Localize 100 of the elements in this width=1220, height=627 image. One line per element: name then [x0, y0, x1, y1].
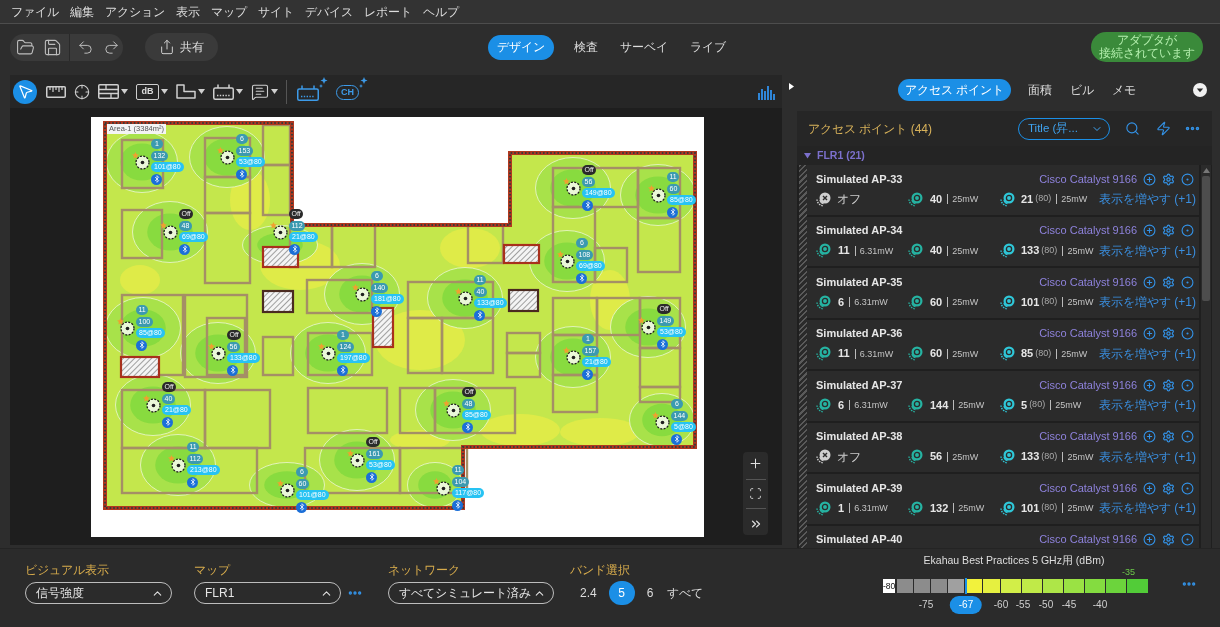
lightning-icon[interactable]: [1156, 121, 1171, 136]
access-point-icon[interactable]: [455, 288, 473, 306]
scroll-up-icon[interactable]: [1202, 168, 1210, 173]
share-button[interactable]: 共有: [145, 33, 218, 61]
access-point-icon[interactable]: [433, 478, 451, 496]
menu-item[interactable]: デバイス: [305, 5, 353, 18]
band-option[interactable]: 6: [644, 581, 656, 605]
menu-item[interactable]: 編集: [70, 5, 94, 18]
access-point-icon[interactable]: [347, 450, 365, 468]
access-point-icon[interactable]: [208, 343, 226, 361]
settings-icon[interactable]: [1162, 327, 1175, 340]
add-icon[interactable]: [1143, 481, 1156, 495]
menu-item[interactable]: マップ: [211, 5, 247, 18]
add-icon[interactable]: [1143, 224, 1156, 237]
show-more-link[interactable]: 表示を増やす (+1): [1099, 396, 1196, 414]
access-point-icon[interactable]: [318, 343, 336, 361]
access-point-row[interactable]: Simulated AP-36 Cisco Catalyst 9166 11 6.31mW 60 25mW 85 (80) 25mW 表示を増やす (+1): [807, 319, 1199, 371]
band-option[interactable]: 2.4: [578, 581, 599, 605]
menu-item[interactable]: レポート: [364, 5, 412, 18]
access-point-icon[interactable]: [563, 178, 581, 196]
settings-icon[interactable]: [1162, 172, 1175, 186]
add-icon[interactable]: [1143, 172, 1156, 186]
room-outline: [551, 296, 599, 337]
access-point-icon[interactable]: [443, 400, 461, 418]
show-more-link[interactable]: 表示を増やす (+1): [1099, 241, 1196, 260]
band-option[interactable]: すべて: [665, 581, 706, 605]
channel-value: 101: [1021, 500, 1040, 516]
settings-icon[interactable]: [1162, 533, 1175, 546]
menu-item[interactable]: ヘルプ: [423, 5, 459, 18]
settings-icon[interactable]: [1162, 430, 1175, 443]
access-point-icon[interactable]: [277, 480, 295, 498]
show-more-link[interactable]: 表示を増やす (+1): [1099, 293, 1196, 311]
model-name: Cisco Catalyst 9166: [1039, 274, 1137, 290]
target-icon[interactable]: [1181, 430, 1194, 443]
access-point-icon[interactable]: [557, 251, 575, 269]
settings-icon[interactable]: [1162, 275, 1175, 289]
menu-item[interactable]: サイト: [258, 5, 294, 18]
target-icon[interactable]: [1181, 533, 1194, 546]
settings-icon[interactable]: [1162, 481, 1175, 495]
access-point-row[interactable]: Simulated AP-35 Cisco Catalyst 9166 6 6.31mW 60 25mW 101 (80) 25mW 表示を増やす (+1): [807, 268, 1199, 320]
settings-icon[interactable]: [1162, 224, 1175, 237]
target-icon[interactable]: [1181, 327, 1194, 340]
menu-item[interactable]: ファイル: [11, 5, 59, 18]
access-point-icon[interactable]: [143, 395, 161, 413]
menu-item[interactable]: 表示: [176, 5, 200, 18]
panel-tab[interactable]: メモ: [1111, 79, 1138, 101]
show-more-link[interactable]: 表示を増やす (+1): [1099, 499, 1196, 517]
access-point-icon[interactable]: [648, 185, 666, 203]
access-point-icon[interactable]: [652, 412, 670, 430]
undo-icon: [77, 38, 94, 56]
menu-item[interactable]: アクション: [105, 5, 165, 18]
panel-tab[interactable]: 面積: [1027, 79, 1054, 101]
dropdown-circle-icon[interactable]: [1193, 83, 1207, 97]
label-tool[interactable]: dB: [136, 79, 168, 104]
add-icon[interactable]: [1143, 275, 1156, 289]
mode-tab[interactable]: 検査: [572, 34, 600, 60]
add-icon[interactable]: [1143, 378, 1156, 392]
access-point-icon[interactable]: [117, 318, 135, 336]
target-icon[interactable]: [1181, 224, 1194, 237]
access-point-icon[interactable]: [270, 222, 288, 240]
access-point-row[interactable]: Simulated AP-34 Cisco Catalyst 9166 11 6.31mW 40 25mW 133 (80) 25mW 表示を増やす (+1): [807, 216, 1199, 268]
access-point-icon[interactable]: [352, 284, 370, 302]
show-more-link[interactable]: 表示を増やす (+1): [1099, 447, 1196, 466]
access-point-icon[interactable]: [168, 455, 186, 473]
zoom-in-icon[interactable]: [748, 455, 763, 471]
mode-tab[interactable]: サーベイ: [618, 34, 670, 60]
auto-channel-tool[interactable]: CH: [336, 80, 368, 103]
access-point-icon[interactable]: [217, 147, 235, 165]
add-icon[interactable]: [1143, 430, 1156, 443]
access-point-row[interactable]: Simulated AP-39 Cisco Catalyst 9166 1 6.31mW 132 25mW 101 (80) 25mW 表示を増やす (+1): [807, 474, 1199, 526]
target-icon[interactable]: [1181, 172, 1194, 186]
bar-chart-icon[interactable]: [758, 83, 776, 100]
show-more-link[interactable]: 表示を増やす (+1): [1099, 190, 1196, 208]
access-point-row[interactable]: Simulated AP-40 Cisco Catalyst 9166: [807, 525, 1199, 548]
scrollbar-thumb[interactable]: [1202, 176, 1210, 301]
auto-place-tool[interactable]: [297, 80, 328, 103]
target-icon[interactable]: [1181, 378, 1194, 392]
access-point-row[interactable]: Simulated AP-38 Cisco Catalyst 9166 オフ 56 25mW 133 (80) 25mW 表示を増やす (+1): [807, 422, 1199, 474]
expand-arrow-icon[interactable]: [789, 82, 794, 90]
target-icon[interactable]: [1181, 481, 1194, 495]
settings-icon[interactable]: [1162, 378, 1175, 392]
add-icon[interactable]: [1143, 327, 1156, 340]
access-point-icon[interactable]: [132, 152, 150, 170]
mode-tab[interactable]: ライブ: [688, 34, 728, 60]
add-icon[interactable]: [1143, 533, 1156, 546]
select-tool[interactable]: [13, 79, 37, 104]
access-point-icon[interactable]: [563, 347, 581, 365]
radio-icon: [1000, 191, 1015, 207]
panel-tab[interactable]: ビル: [1069, 79, 1096, 101]
radio-off-label: オフ: [837, 191, 861, 208]
fit-to-screen-icon[interactable]: [749, 487, 762, 501]
model-name: Cisco Catalyst 9166: [1039, 326, 1137, 342]
search-icon[interactable]: [1125, 121, 1140, 136]
show-more-link[interactable]: 表示を増やす (+1): [1099, 344, 1196, 363]
group-header[interactable]: FLR1 (21): [797, 146, 1212, 165]
access-point-icon[interactable]: [638, 317, 656, 335]
access-point-row[interactable]: Simulated AP-33 Cisco Catalyst 9166 オフ 40 25mW 21 (80) 25mW 表示を増やす (+1): [807, 165, 1199, 217]
target-icon[interactable]: [1181, 275, 1194, 289]
access-point-row[interactable]: Simulated AP-37 Cisco Catalyst 9166 6 6.31mW 144 25mW 5 (80) 25mW 表示を増やす (+1): [807, 371, 1199, 423]
access-point-icon[interactable]: [160, 222, 178, 240]
